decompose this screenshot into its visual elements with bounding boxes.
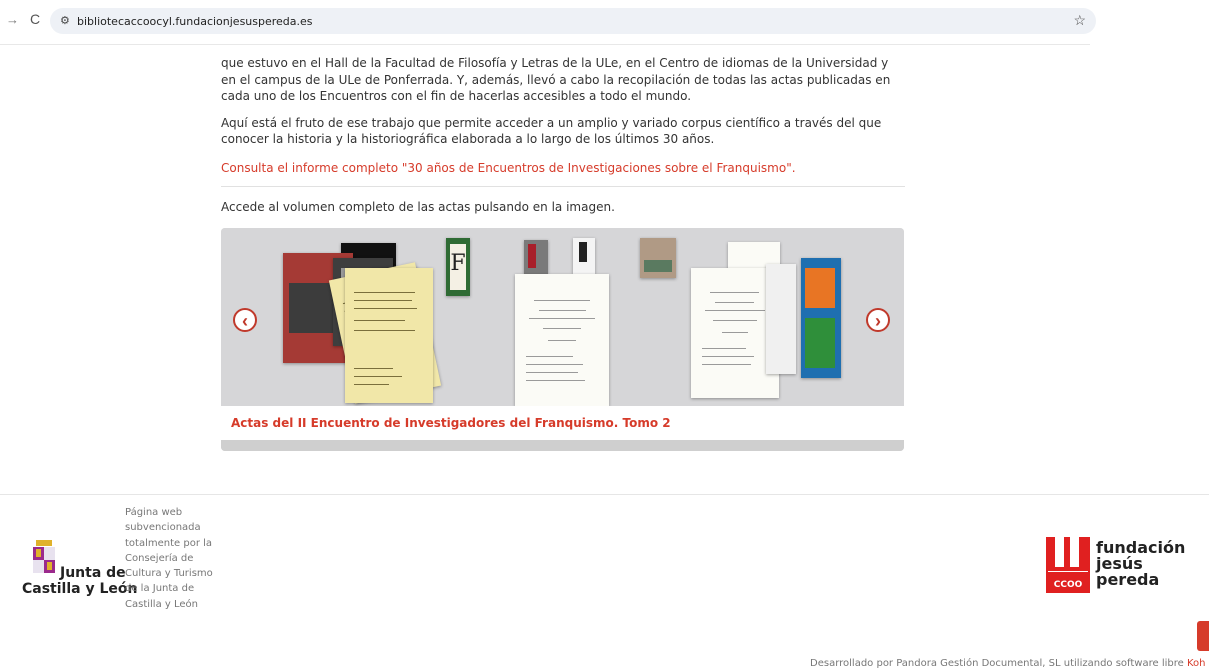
footer-divider (0, 494, 1209, 495)
credit-link[interactable]: Koh (1187, 658, 1206, 669)
url-text[interactable]: bibliotecaccoocyl.fundacionjesuspereda.e… (77, 15, 313, 28)
scroll-to-top-button[interactable] (1197, 621, 1209, 651)
report-link[interactable]: Consulta el informe completo "30 años de… (221, 160, 905, 177)
ccoo-badge-text: CCOO (1053, 580, 1083, 590)
carousel-caption-bar: Actas del II Encuentro de Investigadores… (221, 406, 904, 440)
junta-castilla-leon-logo[interactable]: Junta de Castilla y León (22, 539, 137, 599)
coat-of-arms-icon (33, 540, 55, 573)
jcyl-logo-text: Junta de (60, 565, 126, 581)
jcyl-logo-text: Castilla y León (22, 581, 138, 597)
book-cover-icon[interactable] (573, 238, 595, 274)
site-info-icon[interactable]: ⚙ (60, 14, 70, 27)
header-divider (0, 44, 1090, 45)
footer-credit: Desarrollado por Pandora Gestión Documen… (810, 658, 1206, 669)
cover-letter: F (450, 244, 466, 290)
reload-icon[interactable]: C (30, 11, 40, 27)
carousel-prev-button[interactable]: ‹ (233, 308, 257, 332)
ccoo-mark-icon: CCOO (1046, 537, 1090, 593)
carousel-stage: F ‹ › (221, 228, 904, 406)
book-cover-icon[interactable] (640, 238, 676, 278)
access-instructions: Accede al volumen completo de las actas … (221, 200, 615, 214)
fjp-logo-text: fundación jesús pereda (1096, 540, 1206, 588)
browser-toolbar: → C ⚙ bibliotecaccoocyl.fundacionjesuspe… (0, 0, 1209, 40)
fjp-name-line: jesús pereda (1096, 554, 1160, 589)
article-paragraph: que estuvo en el Hall de la Facultad de … (221, 56, 891, 103)
carousel-next-button[interactable]: › (866, 308, 890, 332)
book-cover-icon[interactable] (801, 258, 841, 378)
carousel-caption[interactable]: Actas del II Encuentro de Investigadores… (231, 416, 671, 430)
book-cover-icon[interactable] (524, 240, 548, 274)
carousel-bottom-strip (221, 440, 904, 451)
book-cover-icon[interactable] (345, 268, 433, 403)
content-divider (221, 186, 905, 187)
credit-text: Desarrollado por Pandora Gestión Documen… (810, 658, 1184, 669)
subvention-notice: Página web subvencionada totalmente por … (125, 507, 213, 610)
fundacion-jesus-pereda-logo[interactable]: CCOO fundación jesús pereda (1046, 537, 1206, 597)
bookmark-star-icon[interactable]: ☆ (1073, 12, 1086, 29)
article-paragraph: Aquí está el fruto de ese trabajo que pe… (221, 115, 882, 147)
forward-arrow-icon[interactable]: → (6, 12, 19, 27)
book-carousel: F ‹ › Actas del II Encuentro de Investig… (221, 228, 904, 451)
book-cover-icon[interactable] (766, 264, 796, 374)
address-bar[interactable]: ⚙ bibliotecaccoocyl.fundacionjesuspereda… (50, 8, 1096, 34)
book-cover-featured[interactable] (515, 274, 609, 406)
article-body: que estuvo en el Hall de la Facultad de … (221, 55, 905, 216)
book-cover-icon[interactable]: F (446, 238, 470, 296)
